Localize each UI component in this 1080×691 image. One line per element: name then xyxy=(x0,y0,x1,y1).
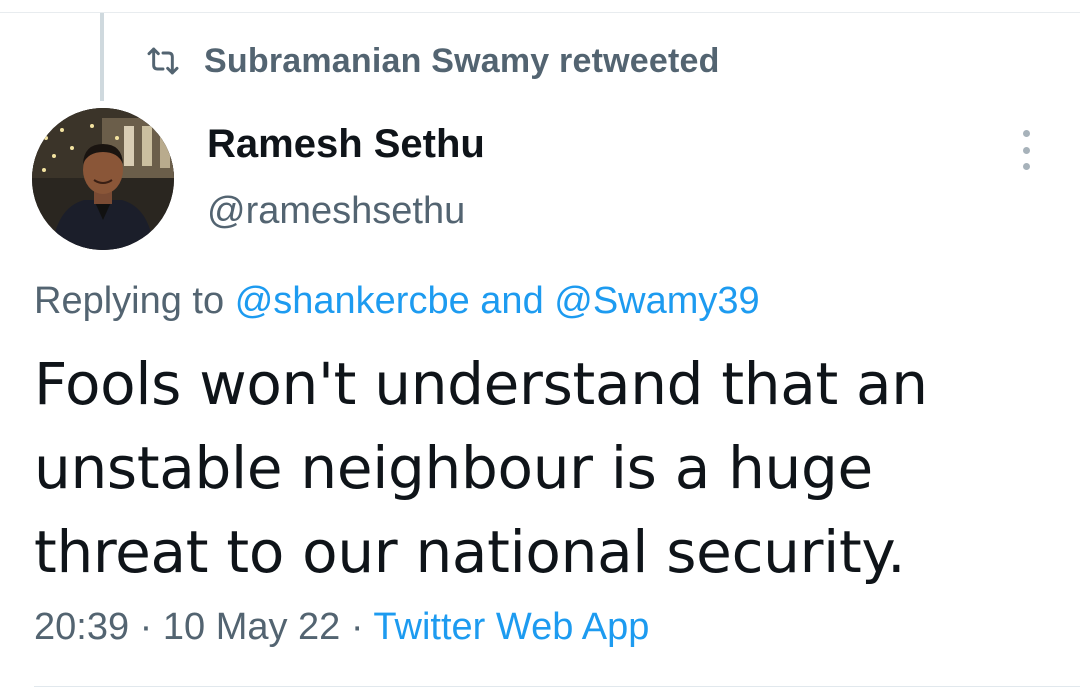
retweet-label: Subramanian Swamy retweeted xyxy=(204,41,720,80)
mention-joiner[interactable]: and xyxy=(480,280,543,322)
author-handle[interactable]: @rameshsethu xyxy=(207,190,465,233)
retweet-icon xyxy=(146,44,180,78)
top-divider xyxy=(0,12,1080,13)
tweet-meta: 20:39 · 10 May 22 · Twitter Web App xyxy=(34,606,649,649)
replying-to: Replying to @shankercbe and @Swamy39 xyxy=(34,280,760,323)
tweet-date[interactable]: 10 May 22 xyxy=(163,606,340,648)
tweet-line: Fools won't understand that an xyxy=(34,350,928,418)
mention-shankercbe[interactable]: @shankercbe xyxy=(235,280,470,322)
mention-swamy39[interactable]: @Swamy39 xyxy=(554,280,759,322)
tweet-source[interactable]: Twitter Web App xyxy=(373,606,649,648)
thread-line xyxy=(100,13,104,101)
retweet-context[interactable]: Subramanian Swamy retweeted xyxy=(146,38,720,84)
avatar[interactable] xyxy=(32,108,174,250)
tweet-line: unstable neighbour is a huge xyxy=(34,434,873,502)
tweet-line: threat to our national security. xyxy=(34,518,906,586)
meta-separator: · xyxy=(350,606,364,648)
tweet-time[interactable]: 20:39 xyxy=(34,606,129,648)
more-vertical-icon[interactable] xyxy=(1012,130,1040,170)
author-display-name[interactable]: Ramesh Sethu xyxy=(207,122,485,167)
replying-prefix: Replying to xyxy=(34,280,225,322)
meta-separator: · xyxy=(139,606,153,648)
tweet-text: Fools won't understand that an unstable … xyxy=(34,342,1044,594)
bottom-divider xyxy=(34,686,1080,687)
